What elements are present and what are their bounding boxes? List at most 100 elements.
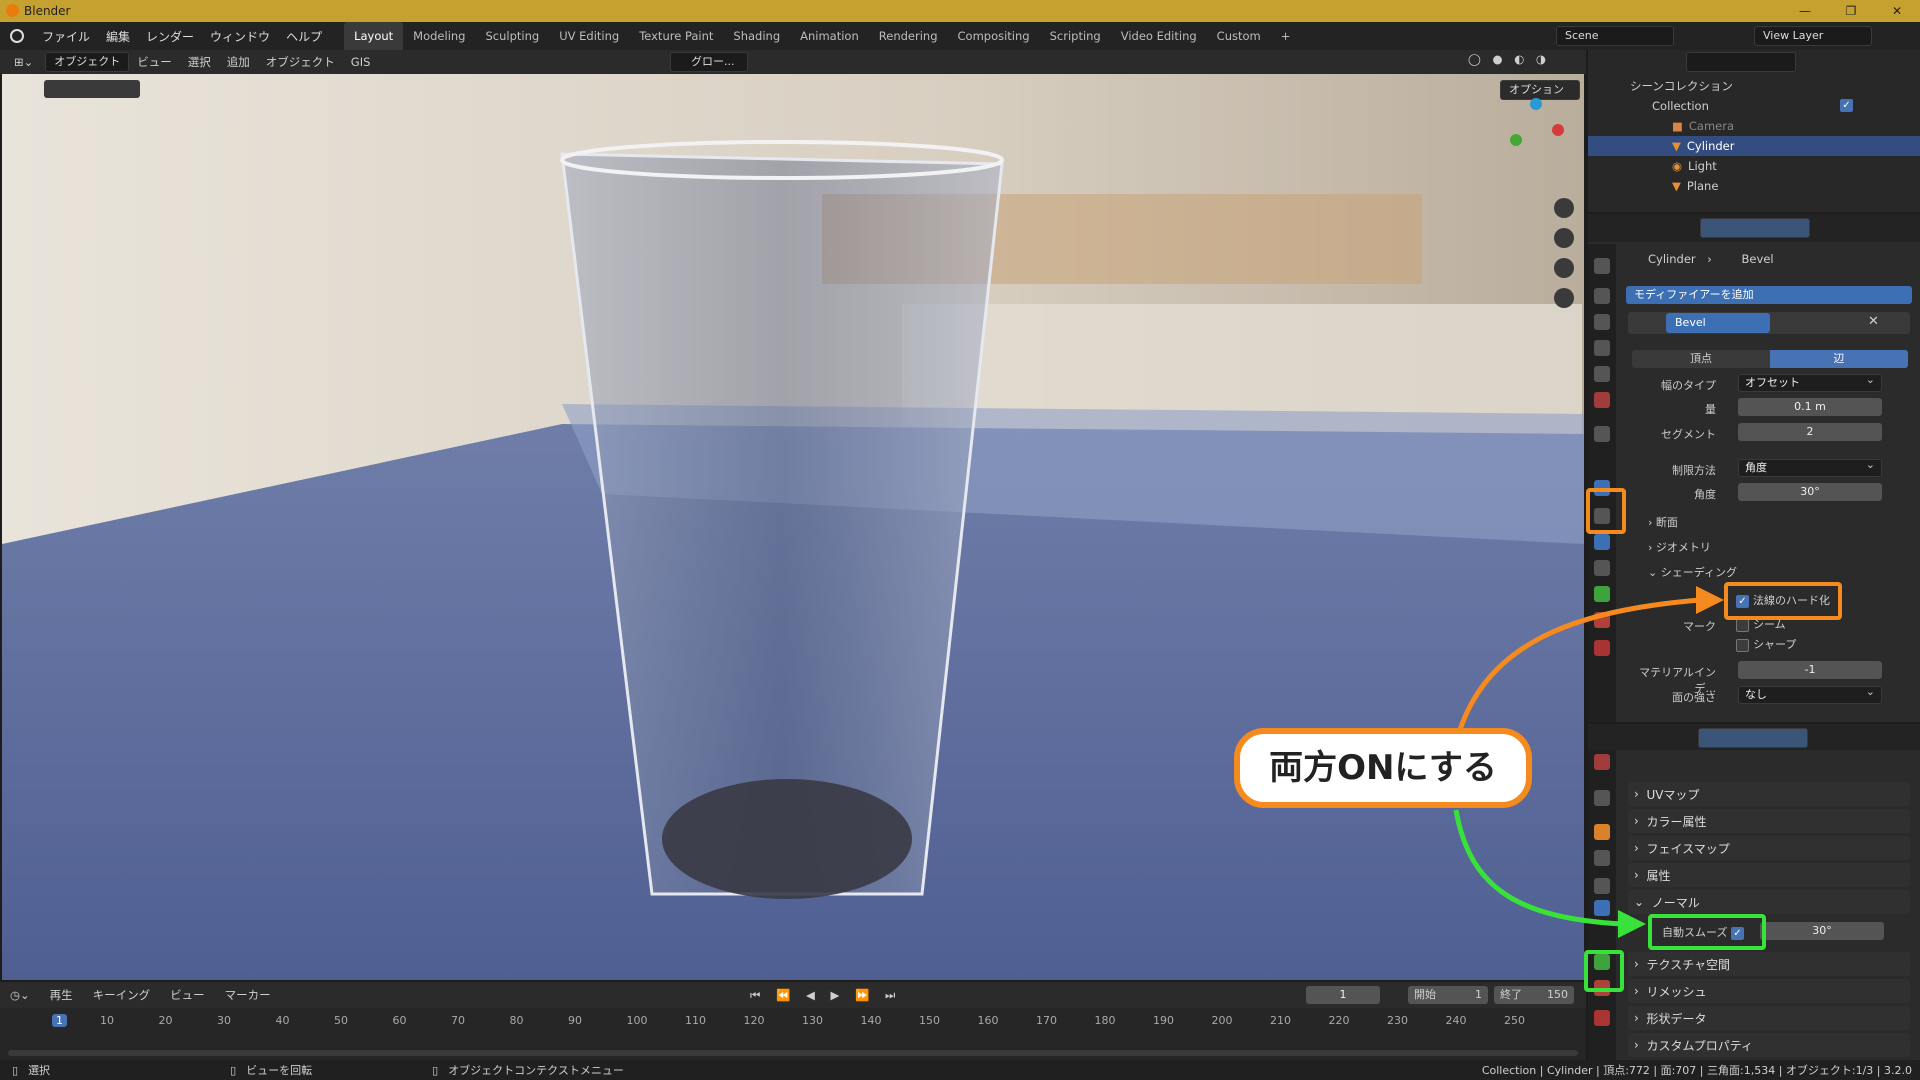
tab-shading[interactable]: Shading: [723, 22, 790, 50]
segments-field[interactable]: 2: [1738, 423, 1882, 441]
menu-window[interactable]: ウィンドウ: [202, 28, 278, 45]
close-icon[interactable]: ✕: [1874, 0, 1920, 22]
menu-view[interactable]: ビュー: [160, 987, 215, 1003]
render-tab-icon[interactable]: [1594, 288, 1610, 304]
width-type-dropdown[interactable]: オフセット: [1738, 372, 1882, 392]
close-icon[interactable]: ✕: [1868, 314, 1879, 329]
scene-tab-icon[interactable]: [1594, 366, 1610, 382]
panel-custom-properties[interactable]: › カスタムプロパティ: [1628, 1033, 1910, 1057]
affect-edges-button[interactable]: 辺: [1770, 350, 1908, 368]
menu-gis[interactable]: GIS: [343, 55, 379, 69]
ortho-toggle-icon[interactable]: [1554, 288, 1574, 308]
width-type-label: 幅のタイプ: [1661, 379, 1716, 392]
tab-modeling[interactable]: Modeling: [403, 22, 475, 50]
sharp-checkbox[interactable]: シャープ: [1736, 636, 1796, 652]
menu-edit[interactable]: 編集: [98, 28, 138, 45]
limit-method-dropdown[interactable]: 角度: [1738, 457, 1882, 477]
add-modifier-button[interactable]: モディファイアーを追加: [1626, 286, 1912, 304]
menu-object[interactable]: オブジェクト: [258, 54, 343, 70]
tool-tab-icon[interactable]: [1594, 258, 1610, 274]
scrubber-track[interactable]: [8, 1050, 1578, 1056]
maximize-icon[interactable]: ❐: [1828, 0, 1874, 22]
menu-view[interactable]: ビュー: [129, 54, 180, 70]
panel-label: リメッシュ: [1646, 984, 1707, 999]
outliner-item-light[interactable]: ◉ Light: [1588, 156, 1920, 176]
tab-animation[interactable]: Animation: [790, 22, 869, 50]
menu-render[interactable]: レンダー: [138, 28, 202, 45]
angle-field[interactable]: 30°: [1738, 483, 1882, 501]
profile-subpanel[interactable]: › 断面: [1648, 514, 1678, 530]
add-workspace-icon[interactable]: +: [1271, 22, 1301, 50]
menu-add[interactable]: 追加: [219, 54, 258, 70]
world-tab-icon[interactable]: [1594, 392, 1610, 408]
face-strength-dropdown[interactable]: なし: [1738, 684, 1882, 704]
current-frame-field[interactable]: 1: [1306, 986, 1380, 1004]
shading-buttons[interactable]: ◯ ● ◐ ◑: [1460, 52, 1558, 66]
options-dropdown[interactable]: オプション: [1500, 80, 1580, 100]
workspace-tabs: Layout Modeling Sculpting UV Editing Tex…: [344, 22, 1300, 50]
menu-marker[interactable]: マーカー: [215, 987, 281, 1003]
tab-sculpting[interactable]: Sculpting: [475, 22, 549, 50]
timeline-editor-icon[interactable]: ◷⌄: [10, 988, 30, 1002]
transform-orientation[interactable]: グロー...: [670, 52, 748, 72]
outliner-item-plane[interactable]: ▼ Plane: [1588, 176, 1920, 196]
panel-shape-keys[interactable]: › 形状データ: [1628, 1006, 1910, 1030]
scene-collection-row[interactable]: シーンコレクション: [1588, 76, 1920, 96]
timeline-area[interactable]: 1 10 20 30 40 50 60 70 80 90 100 110 120 130 140 150 160…: [0, 1008, 1586, 1060]
zoom-icon[interactable]: [1554, 198, 1574, 218]
auto-smooth-angle-field[interactable]: 30°: [1760, 922, 1884, 940]
playback-controls[interactable]: ⏮ ⏪ ◀ ▶ ⏩ ⏭: [750, 988, 901, 1003]
timeline-tick-label: 250: [1504, 1014, 1525, 1027]
panel-remesh[interactable]: › リメッシュ: [1628, 979, 1910, 1003]
pan-icon[interactable]: [1554, 228, 1574, 248]
camera-view-icon[interactable]: [1554, 258, 1574, 278]
scene-selector[interactable]: Scene: [1556, 26, 1674, 46]
tab-uv-editing[interactable]: UV Editing: [549, 22, 629, 50]
output-tab-icon[interactable]: [1594, 314, 1610, 330]
axis-z-icon[interactable]: [1530, 98, 1542, 110]
affect-vertices-button[interactable]: 頂点: [1632, 350, 1770, 368]
mode-selector[interactable]: オブジェクト: [45, 52, 130, 72]
tab-texture-paint[interactable]: Texture Paint: [629, 22, 723, 50]
axis-x-icon[interactable]: [1552, 124, 1564, 136]
outliner-search[interactable]: [1686, 52, 1796, 72]
menu-select[interactable]: 選択: [180, 54, 219, 70]
menu-help[interactable]: ヘルプ: [278, 28, 330, 45]
outliner-item-camera[interactable]: ■ Camera: [1588, 116, 1920, 136]
geometry-subpanel[interactable]: › ジオメトリ: [1648, 539, 1711, 555]
outliner-item-cylinder[interactable]: ▼ Cylinder: [1588, 136, 1920, 156]
tab-scripting[interactable]: Scripting: [1040, 22, 1111, 50]
properties-search[interactable]: [1700, 218, 1810, 238]
tab-custom[interactable]: Custom: [1207, 22, 1271, 50]
status-stats: Collection | Cylinder | 頂点:772 | 面:707 |…: [1481, 1064, 1912, 1077]
collection-row[interactable]: Collection ✓: [1588, 96, 1920, 116]
view-layer-selector[interactable]: View Layer: [1754, 26, 1872, 46]
start-frame-field[interactable]: 開始 1: [1408, 986, 1488, 1004]
view-layer-tab-icon[interactable]: [1594, 340, 1610, 356]
menu-keying[interactable]: キーイング: [83, 987, 161, 1003]
texture-tab-icon[interactable]: [1594, 1010, 1610, 1026]
collection-checkbox[interactable]: ✓: [1840, 99, 1853, 112]
panel-texture-space[interactable]: › テクスチャ空間: [1628, 952, 1910, 976]
tab-compositing[interactable]: Compositing: [948, 22, 1040, 50]
window-controls: — ❐ ✕: [1782, 0, 1920, 22]
3d-viewport[interactable]: オプション: [2, 74, 1584, 980]
tab-video-editing[interactable]: Video Editing: [1111, 22, 1207, 50]
segments-label: セグメント: [1661, 428, 1716, 441]
editor-type-icon[interactable]: ⊞⌄: [6, 55, 41, 69]
tab-rendering[interactable]: Rendering: [869, 22, 948, 50]
modifier-name-field[interactable]: Bevel: [1666, 313, 1770, 333]
tab-layout[interactable]: Layout: [344, 22, 404, 50]
menu-playback[interactable]: 再生: [40, 987, 83, 1003]
axis-y-icon[interactable]: [1510, 134, 1522, 146]
collection-tab-icon[interactable]: [1594, 426, 1610, 442]
menu-file[interactable]: ファイル: [34, 28, 98, 45]
physics-tab-icon[interactable]: [1594, 534, 1610, 550]
select-mode-buttons[interactable]: [44, 80, 140, 98]
navigation-gizmo[interactable]: [1500, 98, 1570, 168]
blender-menu-icon[interactable]: [10, 29, 24, 43]
amount-field[interactable]: 0.1 m: [1738, 398, 1882, 416]
minimize-icon[interactable]: —: [1782, 0, 1828, 22]
material-index-field[interactable]: -1: [1738, 661, 1882, 679]
end-frame-field[interactable]: 終了 150: [1494, 986, 1574, 1004]
